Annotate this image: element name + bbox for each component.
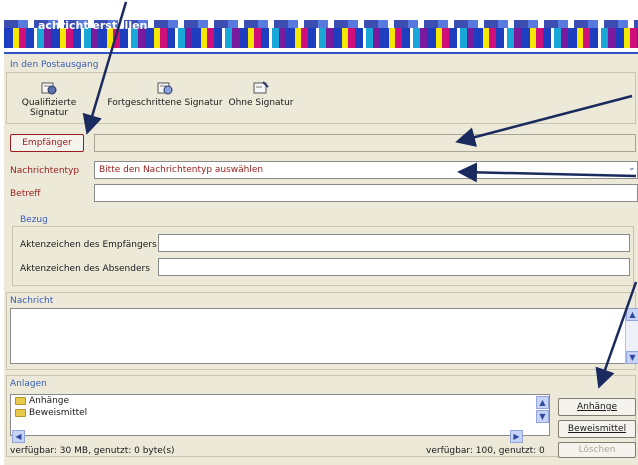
seal-signature-icon — [40, 80, 58, 96]
delete-button[interactable]: Löschen — [558, 442, 636, 458]
title-bar: achricht erstellen — [4, 0, 638, 54]
title-divider — [4, 52, 638, 54]
scroll-up-icon[interactable]: ▲ — [626, 308, 638, 321]
qualified-signature-button[interactable]: Qualifizierte Signatur — [6, 80, 92, 118]
recipient-button[interactable]: Empfänger — [10, 134, 84, 152]
window-title: achricht erstellen — [38, 19, 148, 32]
message-textarea[interactable] — [10, 308, 626, 364]
attachments-item-label: Anhänge — [29, 396, 70, 406]
advanced-signature-label: Fortgeschrittene Signatur — [107, 98, 223, 108]
attachments-list[interactable]: Anhänge Beweismittel — [10, 394, 550, 436]
attachments-size-status: verfügbar: 30 MB, genutzt: 0 byte(s) — [10, 446, 175, 456]
message-type-value: Bitte den Nachrichtentyp auswählen — [99, 165, 264, 175]
message-type-select[interactable]: Bitte den Nachrichtentyp auswählen — [94, 161, 638, 179]
postausgang-group-label: In den Postausgang — [10, 60, 99, 70]
message-type-label: Nachrichtentyp — [10, 166, 80, 176]
recipient-reference-input[interactable] — [158, 234, 630, 252]
message-scrollbar[interactable]: ▲ ▼ — [625, 308, 638, 364]
list-item[interactable]: Beweismittel — [11, 407, 549, 419]
message-window: achricht erstellen In den Postausgang Qu… — [4, 0, 638, 465]
qualified-signature-label: Qualifizierte Signatur — [21, 98, 77, 118]
folder-icon — [15, 397, 26, 405]
recipient-reference-label: Aktenzeichen des Empfängers — [20, 240, 157, 250]
evidence-button[interactable]: Beweismittel — [558, 420, 636, 438]
sender-reference-label: Aktenzeichen des Absenders — [20, 264, 150, 274]
attachments-count-status: verfügbar: 100, genutzt: 0 — [426, 446, 545, 456]
scroll-left-icon[interactable]: ◀ — [12, 430, 25, 443]
scroll-down-icon[interactable]: ▼ — [536, 410, 549, 423]
scroll-right-icon[interactable]: ▶ — [510, 430, 523, 443]
unsigned-letter-icon — [252, 80, 270, 96]
postausgang-group — [6, 72, 636, 124]
subject-label: Betreff — [10, 189, 41, 199]
list-item[interactable]: Anhänge — [11, 395, 549, 407]
evidence-item-label: Beweismittel — [29, 408, 88, 418]
reference-group-label: Bezug — [20, 215, 48, 225]
subject-input[interactable] — [94, 184, 638, 202]
no-signature-button[interactable]: Ohne Signatur — [228, 80, 294, 108]
recipient-field — [94, 134, 636, 152]
scroll-down-icon[interactable]: ▼ — [626, 351, 638, 364]
advanced-signature-button[interactable]: Fortgeschrittene Signatur — [102, 80, 228, 108]
attachments-button[interactable]: Anhänge — [558, 398, 636, 416]
chevron-down-icon[interactable]: ⌄ — [628, 163, 636, 173]
advanced-signature-icon — [156, 80, 174, 96]
folder-icon — [15, 409, 26, 417]
scroll-up-icon[interactable]: ▲ — [536, 396, 549, 409]
no-signature-label: Ohne Signatur — [228, 98, 294, 108]
sender-reference-input[interactable] — [158, 258, 630, 276]
